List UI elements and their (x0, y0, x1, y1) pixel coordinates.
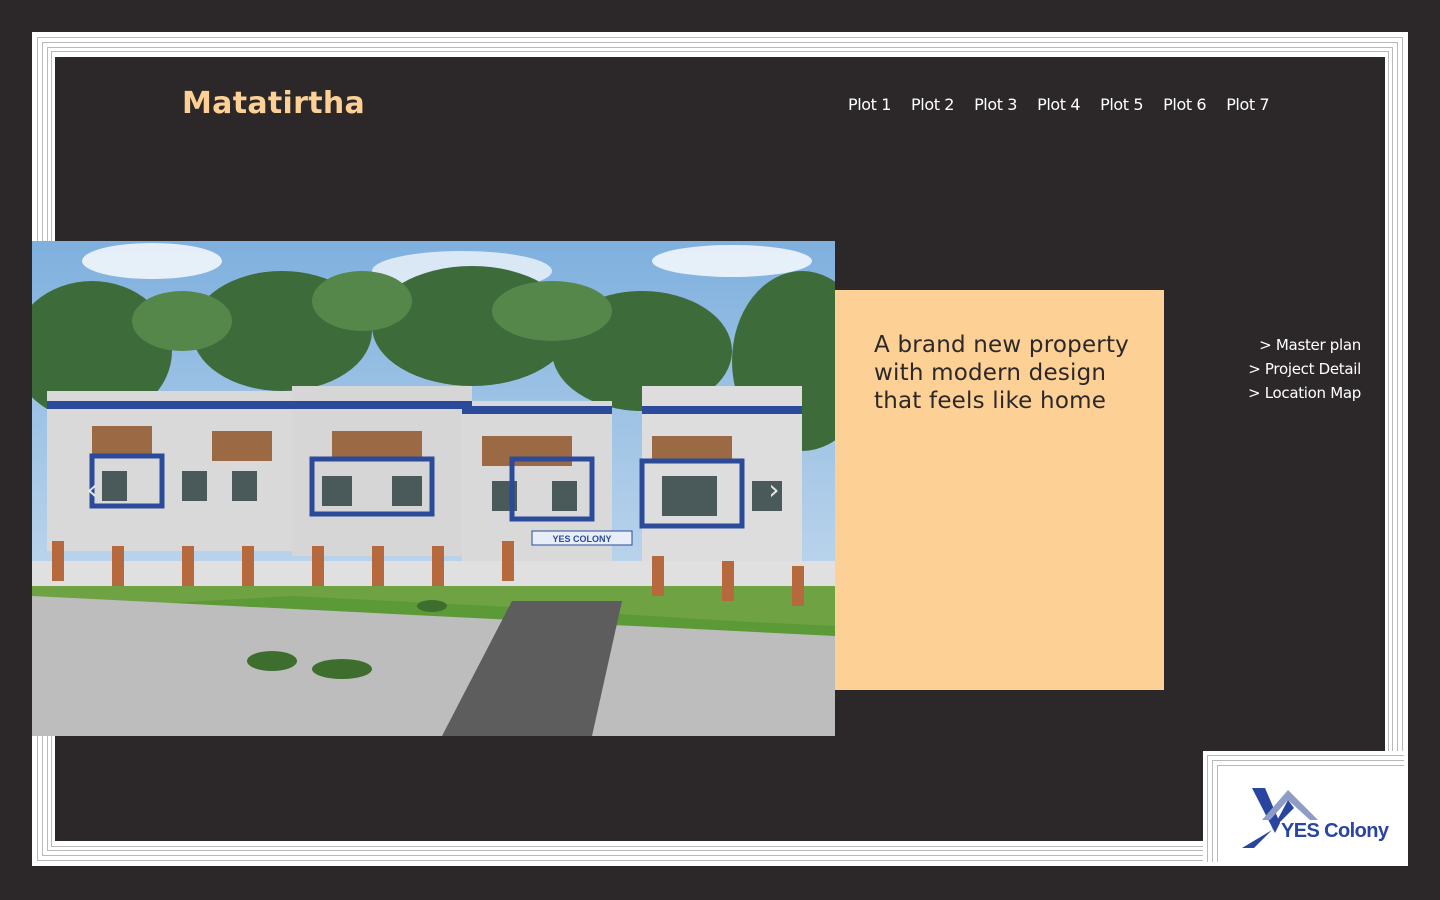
nav-plot-7[interactable]: Plot 7 (1226, 95, 1269, 114)
tagline-text: A brand new property with modern design … (874, 332, 1129, 414)
gate-sign: YES COLONY (552, 534, 611, 544)
carousel-prev-button[interactable]: ‹ (77, 470, 107, 510)
chevron-right-icon: › (768, 473, 780, 506)
top-nav: Plot 1 Plot 2 Plot 3 Plot 4 Plot 5 Plot … (848, 95, 1270, 114)
nav-plot-1[interactable]: Plot 1 (848, 95, 891, 114)
chevron-left-icon: ‹ (86, 473, 98, 506)
nav-plot-6[interactable]: Plot 6 (1163, 95, 1206, 114)
hero-image: YES COLONY (32, 241, 835, 736)
side-links: > Master plan > Project Detail > Locatio… (1248, 333, 1361, 405)
nav-plot-4[interactable]: Plot 4 (1037, 95, 1080, 114)
site-title[interactable]: Matatirtha (182, 86, 365, 121)
nav-plot-3[interactable]: Plot 3 (974, 95, 1017, 114)
logo-text: YES Colony (1281, 820, 1389, 842)
nav-plot-2[interactable]: Plot 2 (911, 95, 954, 114)
nav-plot-5[interactable]: Plot 5 (1100, 95, 1143, 114)
link-location-map[interactable]: > Location Map (1248, 381, 1361, 405)
carousel-next-button[interactable]: › (759, 470, 789, 510)
link-project-detail[interactable]: > Project Detail (1248, 357, 1361, 381)
link-master-plan[interactable]: > Master plan (1248, 333, 1361, 357)
hero-carousel[interactable]: YES COLONY (32, 241, 835, 736)
